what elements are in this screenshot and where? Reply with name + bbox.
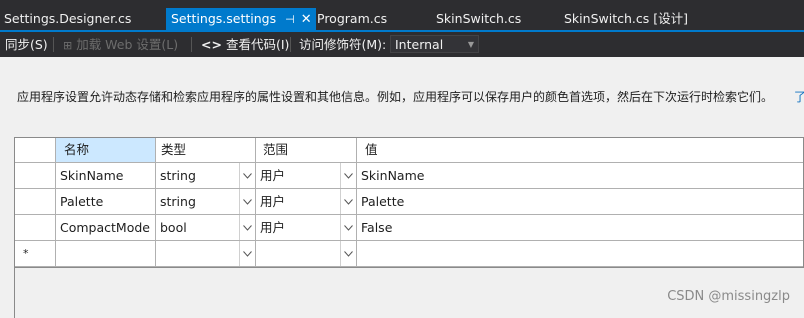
- tab-settings-designer-cs[interactable]: Settings.Designer.cs: [4, 7, 131, 30]
- document-tab-strip: Settings.Designer.cs Settings.settings ⊣ ✕…: [0, 0, 804, 30]
- watermark: CSDN @missingzlp: [667, 289, 790, 304]
- type-dropdown-button[interactable]: [239, 241, 255, 266]
- setting-value-cell[interactable]: False: [357, 215, 803, 241]
- view-code-label: 查看代码(I): [225, 37, 290, 52]
- setting-type-cell[interactable]: bool: [156, 215, 256, 241]
- tab-program-cs[interactable]: Program.cs: [317, 7, 387, 30]
- type-dropdown-button[interactable]: [239, 189, 255, 214]
- row-header[interactable]: [15, 215, 56, 241]
- setting-scope-cell[interactable]: 用户: [256, 189, 357, 215]
- setting-type-cell[interactable]: string: [156, 163, 256, 189]
- new-type-cell[interactable]: [156, 241, 256, 267]
- column-header-type[interactable]: 类型: [156, 138, 256, 163]
- code-icon: <>: [201, 37, 222, 52]
- load-web-icon: ⊞: [63, 39, 73, 52]
- setting-type-value: string: [160, 194, 196, 209]
- toolbar-separator: [290, 37, 291, 52]
- view-code-button[interactable]: <> 查看代码(I): [201, 32, 289, 57]
- settings-grid: 名称 类型 范围 值 SkinName string 用户 SkinName P…: [14, 137, 804, 268]
- tab-label: Program.cs: [317, 11, 388, 26]
- setting-name-cell[interactable]: CompactMode: [56, 215, 156, 241]
- access-modifier-label: 访问修饰符(M):: [299, 37, 387, 52]
- access-modifier-value: Internal: [395, 37, 444, 52]
- chevron-down-icon: [344, 251, 353, 257]
- column-header-value[interactable]: 值: [357, 138, 803, 163]
- load-web-label: 加载 Web 设置(L): [76, 37, 179, 52]
- chevron-down-icon: [344, 173, 353, 179]
- tab-label: SkinSwitch.cs [设计]: [564, 11, 688, 26]
- setting-scope-value: 用户: [260, 168, 286, 183]
- toolbar-separator: [53, 37, 54, 52]
- scope-dropdown-button[interactable]: [340, 189, 356, 214]
- chevron-down-icon: [344, 225, 353, 231]
- setting-type-value: string: [160, 168, 196, 183]
- learn-more-link[interactable]: 了: [794, 88, 804, 105]
- row-header[interactable]: [15, 163, 56, 189]
- tab-label: Settings.Designer.cs: [4, 11, 132, 26]
- new-row-marker[interactable]: *: [15, 241, 56, 267]
- setting-name-cell[interactable]: Palette: [56, 189, 156, 215]
- setting-value-cell[interactable]: Palette: [357, 189, 803, 215]
- close-icon[interactable]: ✕: [301, 9, 312, 31]
- access-modifier-select[interactable]: Internal ▼: [390, 35, 479, 53]
- row-header-corner[interactable]: [15, 138, 56, 163]
- chevron-down-icon: [243, 199, 252, 205]
- setting-scope-cell[interactable]: 用户: [256, 163, 357, 189]
- tab-label: Settings.settings: [171, 11, 277, 26]
- setting-type-cell[interactable]: string: [156, 189, 256, 215]
- tab-settings-settings[interactable]: Settings.settings ⊣ ✕: [166, 8, 316, 30]
- column-header-scope[interactable]: 范围: [256, 138, 357, 163]
- setting-type-value: bool: [160, 220, 187, 235]
- type-dropdown-button[interactable]: [239, 163, 255, 188]
- tab-label: SkinSwitch.cs: [436, 11, 522, 26]
- type-dropdown-button[interactable]: [239, 215, 255, 240]
- new-name-cell[interactable]: [56, 241, 156, 267]
- row-header[interactable]: [15, 189, 56, 215]
- setting-scope-value: 用户: [260, 194, 286, 209]
- scope-dropdown-button[interactable]: [340, 163, 356, 188]
- new-value-cell[interactable]: [357, 241, 803, 267]
- chevron-down-icon: [243, 251, 252, 257]
- setting-name-cell[interactable]: SkinName: [56, 163, 156, 189]
- chevron-down-icon: [344, 199, 353, 205]
- column-header-name[interactable]: 名称: [56, 138, 156, 163]
- scope-dropdown-button[interactable]: [340, 215, 356, 240]
- setting-scope-cell[interactable]: 用户: [256, 215, 357, 241]
- sync-button[interactable]: 同步(S): [5, 32, 48, 57]
- toolbar-separator: [191, 37, 192, 52]
- chevron-down-icon: [243, 225, 252, 231]
- new-scope-cell[interactable]: [256, 241, 357, 267]
- tab-skinswitch-design[interactable]: SkinSwitch.cs [设计]: [564, 7, 688, 30]
- pin-icon[interactable]: ⊣: [285, 9, 295, 31]
- setting-value-cell[interactable]: SkinName: [357, 163, 803, 189]
- chevron-down-icon: [243, 173, 252, 179]
- chevron-down-icon: ▼: [467, 40, 474, 49]
- scope-dropdown-button[interactable]: [340, 241, 356, 266]
- tab-skinswitch-cs[interactable]: SkinSwitch.cs: [436, 7, 521, 30]
- settings-description: 应用程序设置允许动态存储和检索应用程序的属性设置和其他信息。例如，应用程序可以保…: [17, 90, 774, 104]
- load-web-settings-button[interactable]: ⊞ 加载 Web 设置(L): [63, 32, 178, 57]
- settings-toolbar: 同步(S) ⊞ 加载 Web 设置(L) <> 查看代码(I) 访问修饰符(M)…: [0, 32, 804, 57]
- setting-scope-value: 用户: [260, 220, 286, 235]
